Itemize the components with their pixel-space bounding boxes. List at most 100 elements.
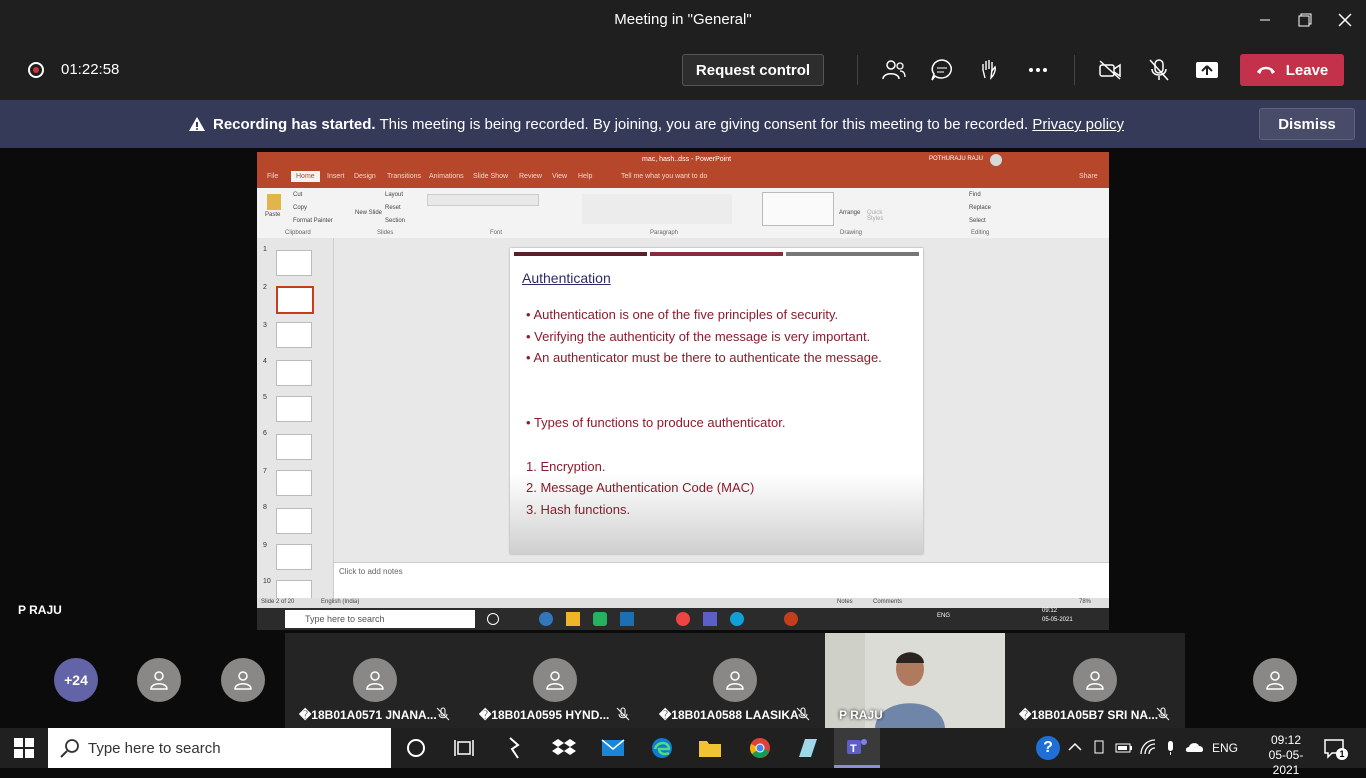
taskbar-search-box[interactable]: Type here to search bbox=[48, 728, 391, 768]
slide-numbered-item: 2. Message Authentication Code (MAC) bbox=[526, 480, 755, 495]
participant-avatar[interactable] bbox=[1253, 658, 1297, 702]
notes-toggle[interactable]: Notes bbox=[837, 599, 853, 605]
teams-taskbar-button[interactable]: T bbox=[834, 728, 880, 768]
ppt-tab-transitions[interactable]: Transitions bbox=[387, 173, 421, 180]
find-button[interactable]: Find bbox=[969, 192, 981, 198]
ppt-tab-help[interactable]: Help bbox=[578, 173, 592, 180]
ppt-tab-slideshow[interactable]: Slide Show bbox=[473, 173, 508, 180]
arrange-button[interactable]: Arrange bbox=[839, 210, 860, 216]
user-avatar-icon bbox=[990, 154, 1002, 166]
section-button[interactable]: Section bbox=[385, 218, 405, 224]
copy-button[interactable]: Copy bbox=[293, 205, 307, 211]
ppt-share-button[interactable]: Share bbox=[1079, 173, 1098, 180]
start-button[interactable] bbox=[14, 738, 34, 763]
system-clock[interactable]: 09:12 05-05-2021 bbox=[1264, 733, 1308, 778]
ppt-tell-me[interactable]: Tell me what you want to do bbox=[621, 173, 707, 180]
shapes-gallery[interactable] bbox=[762, 192, 834, 226]
person-icon bbox=[1086, 671, 1104, 690]
slide-thumbnail[interactable] bbox=[276, 544, 312, 570]
chat-button[interactable] bbox=[930, 58, 954, 82]
format-painter-button[interactable]: Format Painter bbox=[293, 218, 333, 224]
notes-placeholder: Click to add notes bbox=[339, 567, 403, 576]
mail-button[interactable] bbox=[601, 736, 625, 760]
shared-screen: mac, hash..dss - PowerPoint POTHURAJU RA… bbox=[257, 152, 1109, 630]
taskbar-app[interactable] bbox=[502, 736, 526, 760]
cortana-button[interactable] bbox=[404, 736, 428, 760]
slide-thumbnail[interactable] bbox=[276, 322, 312, 348]
teams-icon: T bbox=[847, 739, 867, 755]
participant-avatar[interactable] bbox=[137, 658, 181, 702]
ppt-tab-design[interactable]: Design bbox=[354, 173, 376, 180]
svg-text:T: T bbox=[850, 743, 857, 755]
ppt-tab-animations[interactable]: Animations bbox=[429, 173, 464, 180]
participant-avatar bbox=[533, 658, 577, 702]
edge-button[interactable] bbox=[650, 736, 674, 760]
notes-pane[interactable] bbox=[334, 562, 1109, 599]
select-button[interactable]: Select bbox=[969, 218, 986, 224]
request-control-button[interactable]: Request control bbox=[682, 54, 824, 86]
chrome-button[interactable] bbox=[748, 736, 772, 760]
participants-button[interactable] bbox=[882, 58, 906, 82]
banner-bold-text: Recording has started. bbox=[213, 116, 376, 133]
inner-lang: ENG bbox=[937, 613, 951, 619]
font-selector[interactable] bbox=[427, 194, 539, 206]
app-icon bbox=[620, 612, 634, 626]
close-button[interactable] bbox=[1322, 6, 1366, 34]
ppt-tab-home[interactable]: Home bbox=[291, 171, 320, 182]
ppt-tab-review[interactable]: Review bbox=[519, 173, 542, 180]
file-explorer-button[interactable] bbox=[698, 736, 722, 760]
comments-toggle[interactable]: Comments bbox=[873, 599, 902, 605]
slide-thumbnail[interactable] bbox=[276, 434, 312, 460]
slide-thumbnail-selected[interactable] bbox=[276, 286, 314, 314]
input-language[interactable]: ENG bbox=[1212, 741, 1238, 755]
reset-button[interactable]: Reset bbox=[385, 205, 401, 211]
divider bbox=[857, 55, 858, 85]
paragraph-controls[interactable] bbox=[582, 194, 732, 224]
share-screen-button[interactable] bbox=[1195, 58, 1219, 82]
dropbox-button[interactable] bbox=[552, 736, 576, 760]
group-label-clipboard: Clipboard bbox=[285, 230, 311, 236]
camera-off-button[interactable] bbox=[1098, 58, 1122, 82]
ppt-ribbon: Paste Cut Copy Format Painter New Slide … bbox=[257, 188, 1109, 239]
person-icon bbox=[366, 671, 384, 690]
ppt-tab-insert[interactable]: Insert bbox=[327, 173, 345, 180]
mail-icon bbox=[601, 739, 625, 756]
paste-button[interactable]: Paste bbox=[265, 212, 280, 218]
dismiss-button[interactable]: Dismiss bbox=[1259, 108, 1355, 140]
slide-thumbnail[interactable] bbox=[276, 396, 312, 422]
replace-button[interactable]: Replace bbox=[969, 205, 991, 211]
clock-time: 09:12 bbox=[1270, 733, 1302, 747]
banner-message: Recording has started. This meeting is b… bbox=[213, 116, 1124, 133]
action-center-button[interactable]: 1 bbox=[1324, 738, 1348, 760]
zoom-level[interactable]: 78% bbox=[1079, 599, 1091, 605]
inner-time: 09:12 bbox=[1042, 608, 1058, 614]
more-actions-button[interactable] bbox=[1026, 58, 1050, 82]
hand-icon bbox=[982, 60, 996, 80]
raise-hand-button[interactable] bbox=[978, 58, 1002, 82]
chevron-up-icon[interactable] bbox=[1068, 742, 1082, 752]
taskbar-app[interactable] bbox=[796, 736, 820, 760]
ppt-user-name: POTHURAJU RAJU bbox=[929, 156, 984, 162]
help-icon[interactable]: ? bbox=[1036, 736, 1060, 760]
participant-avatar[interactable] bbox=[221, 658, 265, 702]
slide-thumbnail[interactable] bbox=[276, 508, 312, 534]
mic-off-icon bbox=[1156, 707, 1170, 721]
new-slide-button[interactable]: New Slide bbox=[355, 210, 382, 216]
slide-number: 4 bbox=[263, 358, 267, 365]
banner-text: This meeting is being recorded. By joini… bbox=[379, 116, 1029, 133]
mic-off-button[interactable] bbox=[1147, 58, 1171, 82]
ppt-tab-view[interactable]: View bbox=[552, 173, 567, 180]
quick-styles-button[interactable]: Quick Styles bbox=[867, 210, 887, 222]
slide-thumbnail[interactable] bbox=[276, 470, 312, 496]
cut-button[interactable]: Cut bbox=[293, 192, 302, 198]
task-view-button[interactable] bbox=[452, 736, 476, 760]
ppt-tab-file[interactable]: File bbox=[267, 173, 278, 180]
slide-thumbnail[interactable] bbox=[276, 250, 312, 276]
leave-button[interactable]: Leave bbox=[1240, 54, 1344, 86]
slide-thumbnail[interactable] bbox=[276, 360, 312, 386]
divider bbox=[1074, 55, 1075, 85]
more-participants-button[interactable]: +24 bbox=[54, 658, 98, 702]
layout-button[interactable]: Layout bbox=[385, 192, 403, 198]
language-status: English (India) bbox=[321, 599, 360, 605]
privacy-policy-link[interactable]: Privacy policy bbox=[1032, 116, 1124, 133]
